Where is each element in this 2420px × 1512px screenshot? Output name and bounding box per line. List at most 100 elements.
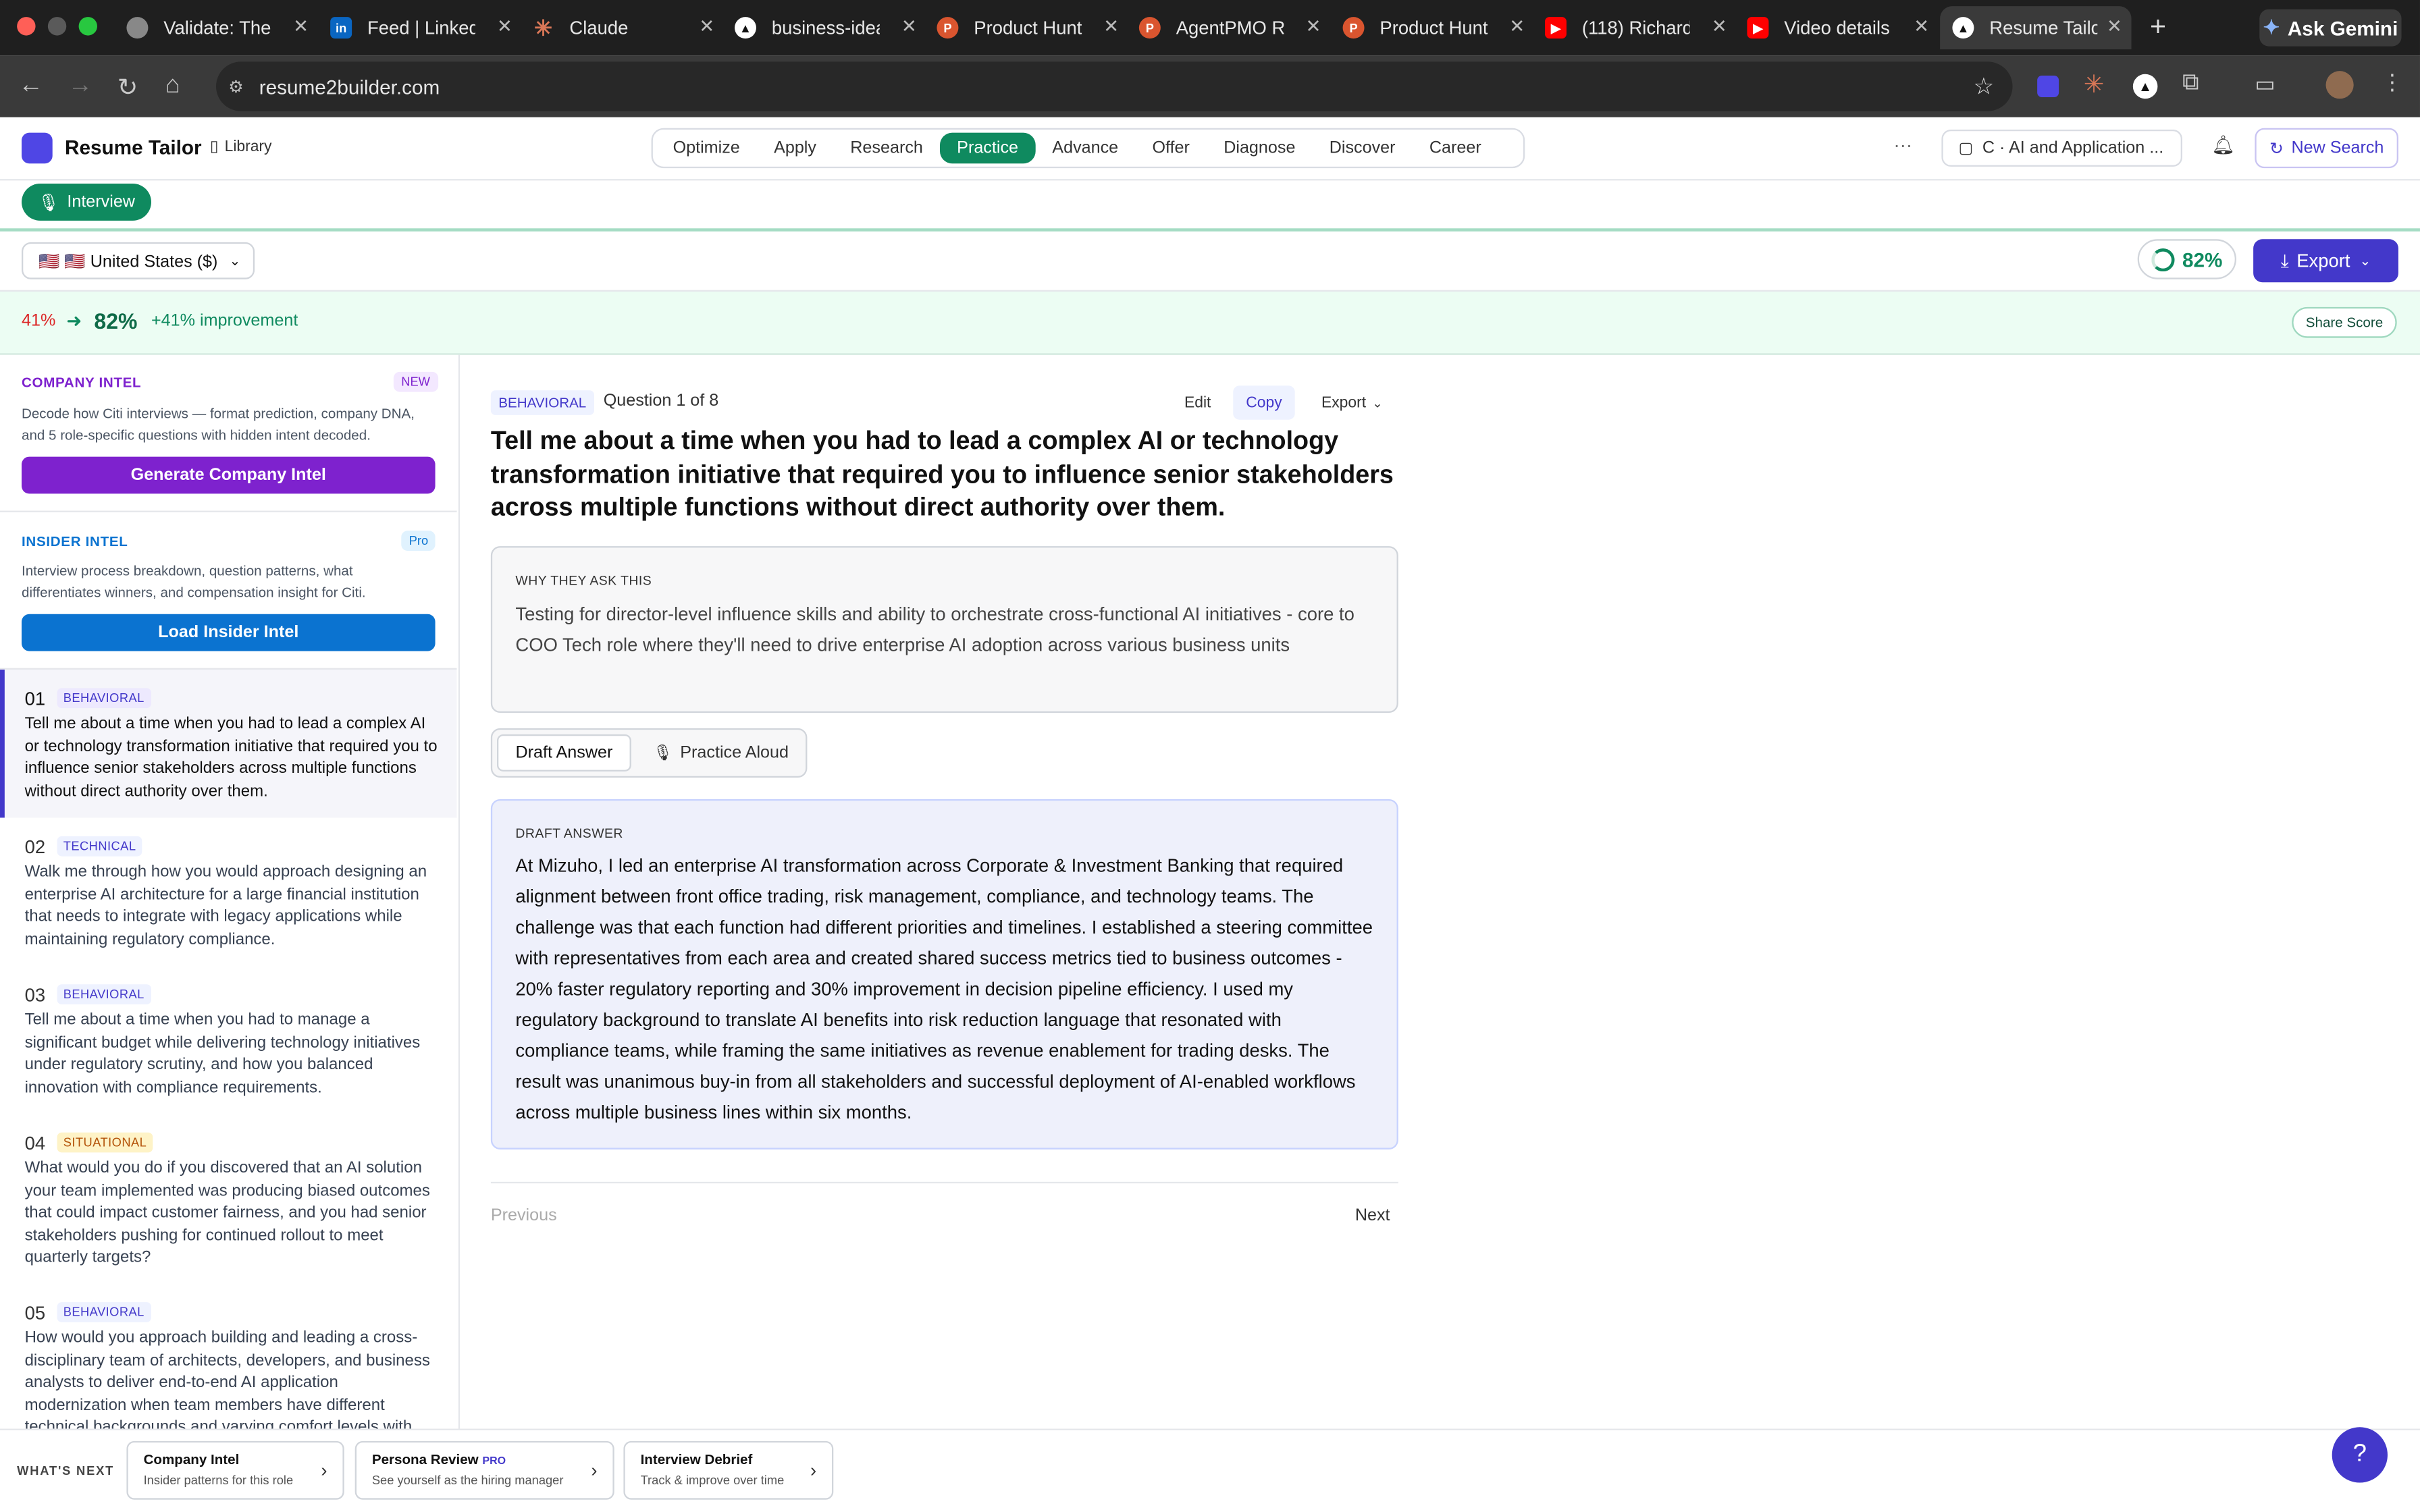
- question-list-item[interactable]: 04 SITUATIONAL What would you do if you …: [0, 1123, 457, 1290]
- brand-name[interactable]: Resume Tailor: [65, 136, 202, 159]
- cast-icon[interactable]: ▭: [2255, 71, 2275, 97]
- tab-draft-answer[interactable]: Draft Answer: [496, 734, 631, 772]
- edit-button[interactable]: Edit: [1172, 385, 1224, 419]
- close-tab-icon[interactable]: ✕: [1103, 16, 1119, 37]
- export-button[interactable]: ⤓ Export ⌄: [2253, 239, 2398, 283]
- question-tag: BEHAVIORAL: [57, 984, 151, 1004]
- interview-mode-button[interactable]: 🎙︎ Interview: [21, 183, 151, 221]
- microphone-icon: 🎙︎: [652, 744, 673, 761]
- load-insider-intel-button[interactable]: Load Insider Intel: [21, 614, 436, 651]
- improvement-bar: 41% ➜ 82% +41% improvement Share Score: [0, 291, 2420, 355]
- close-tab-icon[interactable]: ✕: [2107, 16, 2122, 37]
- profile-avatar[interactable]: [2325, 71, 2354, 99]
- controls-row: 🇺🇸 🇺🇸 United States ($) ⌄ 82% ⤓ Export ⌄: [0, 232, 2420, 292]
- nav-advance[interactable]: Advance: [1035, 133, 1135, 164]
- improvement-delta: +41% improvement: [151, 311, 298, 331]
- question-export-button[interactable]: Export ⌄: [1309, 385, 1395, 419]
- interview-debrief-card[interactable]: Interview Debrief Track & improve over t…: [623, 1440, 834, 1500]
- new-search-button[interactable]: ↻ New Search: [2255, 128, 2398, 169]
- vercel-extension-icon[interactable]: ▲: [2132, 74, 2158, 99]
- draft-text[interactable]: At Mizuho, I led an enterprise AI transf…: [515, 850, 1379, 1127]
- reload-icon[interactable]: ↻: [117, 72, 138, 103]
- close-tab-icon[interactable]: ✕: [1509, 16, 1525, 37]
- insider-intel-title: INSIDER INTEL: [21, 533, 128, 549]
- browser-tab[interactable]: P Product Hunt ✕: [1342, 6, 1534, 49]
- answer-mode-tabs: Draft Answer 🎙︎ Practice Aloud: [490, 728, 808, 778]
- close-tab-icon[interactable]: ✕: [1712, 16, 1727, 37]
- question-list-item[interactable]: 02 TECHNICAL Walk me through how you wou…: [0, 827, 457, 972]
- close-window-button[interactable]: [17, 17, 36, 36]
- nav-career[interactable]: Career: [1413, 133, 1498, 164]
- vercel-icon: ▲: [734, 17, 756, 39]
- previous-button[interactable]: Previous: [491, 1206, 557, 1224]
- nav-optimize[interactable]: Optimize: [656, 133, 756, 164]
- country-select[interactable]: 🇺🇸 🇺🇸 United States ($) ⌄: [21, 242, 255, 279]
- close-tab-icon[interactable]: ✕: [901, 16, 917, 37]
- nav-practice[interactable]: Practice: [940, 132, 1036, 164]
- close-tab-icon[interactable]: ✕: [699, 16, 714, 37]
- maximize-window-button[interactable]: [78, 17, 97, 36]
- copy-button[interactable]: Copy: [1233, 385, 1295, 420]
- browser-tab-active[interactable]: ▲ Resume Tailor ✕: [1940, 6, 2132, 50]
- score-before: 41%: [21, 311, 56, 331]
- close-tab-icon[interactable]: ✕: [293, 16, 309, 37]
- question-type-tag: BEHAVIORAL: [490, 390, 594, 415]
- question-counter: Question 1 of 8: [603, 392, 719, 410]
- tab-practice-aloud[interactable]: 🎙︎ Practice Aloud: [641, 734, 801, 772]
- menu-kebab-icon[interactable]: ⋮: [2382, 70, 2403, 96]
- nav-diagnose[interactable]: Diagnose: [1207, 133, 1313, 164]
- nav-research[interactable]: Research: [833, 133, 940, 164]
- new-badge: NEW: [393, 371, 438, 392]
- site-info-icon[interactable]: ⚙: [228, 76, 244, 96]
- new-tab-icon[interactable]: +: [2150, 11, 2166, 43]
- persona-review-card[interactable]: Persona Review PRO See yourself as the h…: [354, 1440, 614, 1500]
- refresh-icon: ↻: [2269, 139, 2284, 159]
- share-score-button[interactable]: Share Score: [2292, 306, 2397, 338]
- minimize-window-button[interactable]: [47, 17, 67, 36]
- question-text: What would you do if you discovered that…: [24, 1158, 430, 1267]
- bookmark-star-icon[interactable]: ☆: [1973, 72, 1994, 101]
- library-link[interactable]: ▯ Library: [210, 139, 272, 156]
- more-options-icon[interactable]: ···: [1894, 134, 1912, 156]
- question-list-item[interactable]: 05 BEHAVIORAL How would you approach bui…: [0, 1293, 457, 1429]
- chevron-right-icon: ›: [591, 1459, 598, 1482]
- close-tab-icon[interactable]: ✕: [1306, 16, 1321, 37]
- question-tag: BEHAVIORAL: [57, 1302, 151, 1322]
- ask-gemini-button[interactable]: ✦ Ask Gemini: [2259, 9, 2402, 47]
- generate-company-intel-button[interactable]: Generate Company Intel: [21, 456, 436, 494]
- browser-tab[interactable]: Validate: The ✕: [126, 6, 317, 49]
- question-text: Tell me about a time when you had to lea…: [24, 714, 438, 801]
- browser-tab[interactable]: P Product Hunt ✕: [937, 6, 1128, 49]
- nav-offer[interactable]: Offer: [1135, 133, 1207, 164]
- extensions-puzzle-icon[interactable]: ⧉: [2182, 70, 2199, 96]
- close-tab-icon[interactable]: ✕: [497, 16, 512, 37]
- company-intel-card[interactable]: Company Intel Insider patterns for this …: [126, 1440, 344, 1500]
- browser-tab[interactable]: P AgentPMO Re ✕: [1138, 6, 1330, 49]
- browser-tab[interactable]: ▲business-ideas✕: [734, 6, 926, 49]
- browser-tab[interactable]: inFeed | LinkedIn✕: [330, 6, 521, 49]
- browser-tab[interactable]: ✳ Claude ✕: [533, 6, 724, 49]
- bell-icon[interactable]: 🔔︎: [2211, 134, 2235, 156]
- youtube-icon: ▶: [1747, 17, 1769, 39]
- browser-tab[interactable]: ▶ (118) Richard ✕: [1544, 6, 1736, 49]
- question-list-item-active[interactable]: 01 BEHAVIORAL Tell me about a time when …: [0, 669, 457, 818]
- pro-badge: Pro: [401, 531, 436, 551]
- next-button[interactable]: Next: [1355, 1206, 1390, 1224]
- home-icon[interactable]: ⌂: [165, 72, 180, 100]
- url-bar[interactable]: ⚙ resume2builder.com ☆: [215, 61, 2013, 111]
- nav-apply[interactable]: Apply: [757, 133, 833, 164]
- help-icon[interactable]: ?: [2332, 1427, 2388, 1483]
- forward-icon[interactable]: →: [68, 72, 93, 100]
- sidebar: COMPANY INTEL NEW Decode how Citi interv…: [0, 354, 461, 1429]
- browser-toolbar: ← → ↻ ⌂ ⚙ resume2builder.com ☆ ✳ ▲ ⧉ ▭ ⋮: [0, 55, 2420, 117]
- nav-discover[interactable]: Discover: [1313, 133, 1413, 164]
- question-list-item[interactable]: 03 BEHAVIORAL Tell me about a time when …: [0, 975, 457, 1120]
- browser-tab[interactable]: ▶ Video details ✕: [1747, 6, 1938, 49]
- claude-extension-icon[interactable]: ✳: [2084, 70, 2105, 101]
- linkedin-icon: in: [330, 17, 352, 39]
- job-selector[interactable]: ▢ C · AI and Application ...: [1941, 129, 2182, 167]
- extension-icon[interactable]: [2037, 75, 2059, 97]
- microphone-icon: 🎙︎: [37, 193, 59, 213]
- close-tab-icon[interactable]: ✕: [1914, 16, 1929, 37]
- back-icon[interactable]: ←: [18, 72, 43, 100]
